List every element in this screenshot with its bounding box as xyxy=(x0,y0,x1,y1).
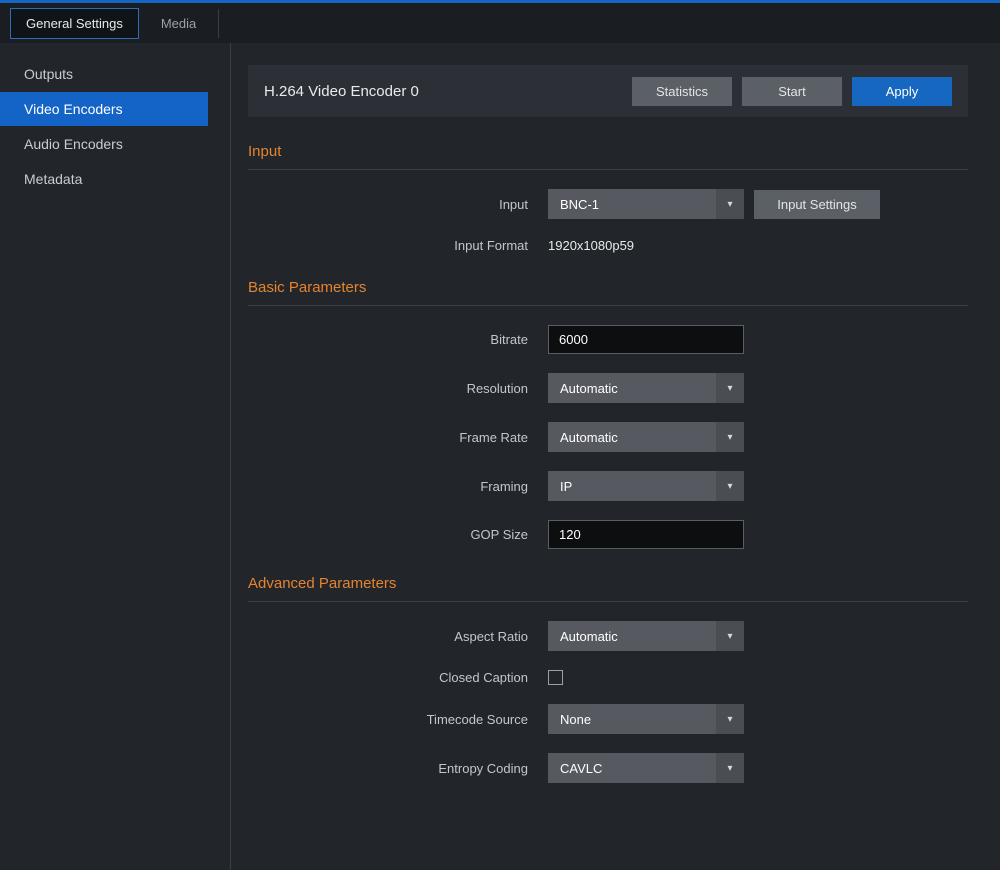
frame-rate-label: Frame Rate xyxy=(248,430,528,445)
form-row-entropy-coding: Entropy Coding CAVLC ▾ xyxy=(248,753,968,783)
sidebar: Outputs Video Encoders Audio Encoders Me… xyxy=(0,43,231,870)
section-title-advanced-parameters: Advanced Parameters xyxy=(248,575,968,592)
input-dropdown-value: BNC-1 xyxy=(548,197,716,212)
framing-label: Framing xyxy=(248,479,528,494)
timecode-source-dropdown-value: None xyxy=(548,712,716,727)
page-title: H.264 Video Encoder 0 xyxy=(264,83,622,100)
form-row-frame-rate: Frame Rate Automatic ▾ xyxy=(248,422,968,452)
framing-dropdown-value: IP xyxy=(548,479,716,494)
tab-general-settings[interactable]: General Settings xyxy=(10,8,139,39)
input-dropdown[interactable]: BNC-1 ▾ xyxy=(548,189,744,219)
section-title-input: Input xyxy=(248,143,968,160)
resolution-dropdown[interactable]: Automatic ▾ xyxy=(548,373,744,403)
input-format-value: 1920x1080p59 xyxy=(548,238,634,253)
chevron-down-icon: ▾ xyxy=(716,753,744,783)
gop-size-label: GOP Size xyxy=(248,527,528,542)
chevron-down-icon: ▾ xyxy=(716,422,744,452)
encoder-header: H.264 Video Encoder 0 Statistics Start A… xyxy=(248,65,968,117)
bitrate-input[interactable] xyxy=(548,325,744,354)
form-row-resolution: Resolution Automatic ▾ xyxy=(248,373,968,403)
timecode-source-label: Timecode Source xyxy=(248,712,528,727)
section-divider xyxy=(248,169,968,170)
aspect-ratio-label: Aspect Ratio xyxy=(248,629,528,644)
form-row-closed-caption: Closed Caption xyxy=(248,670,968,685)
form-row-input-format: Input Format 1920x1080p59 xyxy=(248,238,968,253)
statistics-button[interactable]: Statistics xyxy=(632,77,732,106)
aspect-ratio-dropdown-value: Automatic xyxy=(548,629,716,644)
gop-size-input[interactable] xyxy=(548,520,744,549)
bitrate-label: Bitrate xyxy=(248,332,528,347)
input-format-label: Input Format xyxy=(248,238,528,253)
chevron-down-icon: ▾ xyxy=(716,189,744,219)
input-label: Input xyxy=(248,197,528,212)
sidebar-item-metadata[interactable]: Metadata xyxy=(0,162,230,196)
section-title-basic-parameters: Basic Parameters xyxy=(248,279,968,296)
top-tab-bar: General Settings Media xyxy=(0,0,1000,43)
entropy-coding-label: Entropy Coding xyxy=(248,761,528,776)
form-row-input: Input BNC-1 ▾ Input Settings xyxy=(248,189,968,219)
main-content: H.264 Video Encoder 0 Statistics Start A… xyxy=(231,43,1000,870)
form-row-aspect-ratio: Aspect Ratio Automatic ▾ xyxy=(248,621,968,651)
page-layout: Outputs Video Encoders Audio Encoders Me… xyxy=(0,43,1000,870)
entropy-coding-dropdown[interactable]: CAVLC ▾ xyxy=(548,753,744,783)
sidebar-item-video-encoders[interactable]: Video Encoders xyxy=(0,92,208,126)
section-divider xyxy=(248,601,968,602)
sidebar-item-audio-encoders[interactable]: Audio Encoders xyxy=(0,127,230,161)
apply-button[interactable]: Apply xyxy=(852,77,952,106)
entropy-coding-dropdown-value: CAVLC xyxy=(548,761,716,776)
resolution-dropdown-value: Automatic xyxy=(548,381,716,396)
sidebar-item-outputs[interactable]: Outputs xyxy=(0,57,230,91)
frame-rate-dropdown-value: Automatic xyxy=(548,430,716,445)
form-row-bitrate: Bitrate xyxy=(248,325,968,354)
chevron-down-icon: ▾ xyxy=(716,704,744,734)
framing-dropdown[interactable]: IP ▾ xyxy=(548,471,744,501)
form-row-timecode-source: Timecode Source None ▾ xyxy=(248,704,968,734)
chevron-down-icon: ▾ xyxy=(716,621,744,651)
form-row-gop-size: GOP Size xyxy=(248,520,968,549)
resolution-label: Resolution xyxy=(248,381,528,396)
form-row-framing: Framing IP ▾ xyxy=(248,471,968,501)
tab-media[interactable]: Media xyxy=(145,9,219,38)
chevron-down-icon: ▾ xyxy=(716,373,744,403)
closed-caption-checkbox[interactable] xyxy=(548,670,563,685)
timecode-source-dropdown[interactable]: None ▾ xyxy=(548,704,744,734)
aspect-ratio-dropdown[interactable]: Automatic ▾ xyxy=(548,621,744,651)
input-settings-button[interactable]: Input Settings xyxy=(754,190,880,219)
frame-rate-dropdown[interactable]: Automatic ▾ xyxy=(548,422,744,452)
start-button[interactable]: Start xyxy=(742,77,842,106)
section-divider xyxy=(248,305,968,306)
closed-caption-label: Closed Caption xyxy=(248,670,528,685)
chevron-down-icon: ▾ xyxy=(716,471,744,501)
